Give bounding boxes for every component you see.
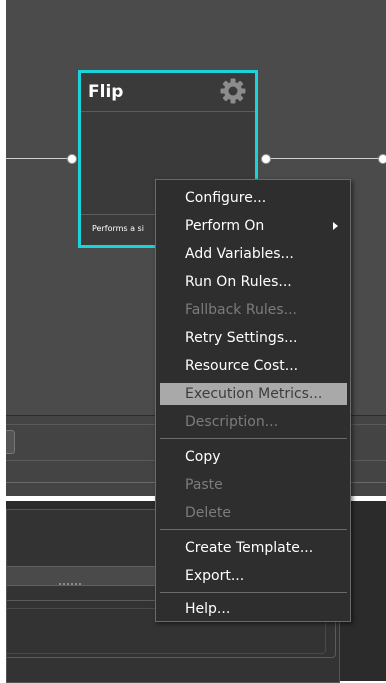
menu-separator [160,438,347,439]
menu-item-paste: Paste [185,477,223,493]
menu-separator [160,592,347,593]
input-port[interactable] [67,154,77,164]
output-port[interactable] [261,154,271,164]
connector-right [268,158,384,159]
toolbar-tab-button[interactable] [6,430,15,454]
context-menu: Configure... Perform On Add Variables...… [155,179,351,622]
menu-item-export[interactable]: Export... [160,565,347,587]
menu-item-delete: Delete [185,505,231,521]
menu-item-execution-metrics[interactable]: Execution Metrics... [160,383,347,405]
next-node-port[interactable] [378,154,386,164]
menu-item-create-template[interactable]: Create Template... [160,537,347,559]
menu-item-perform-on[interactable]: Perform On [160,215,347,237]
menu-item-label: Perform On [185,218,265,234]
menu-item-run-on-rules[interactable]: Run On Rules... [160,271,347,293]
menu-separator [160,529,347,530]
menu-item-configure[interactable]: Configure... [160,187,347,209]
connector-left [6,158,72,159]
menu-item-help[interactable]: Help... [160,598,347,620]
submenu-arrow-icon [333,222,338,230]
node-description: Performs a si [92,224,144,233]
menu-item-description: Description... [185,414,279,430]
menu-item-fallback-rules: Fallback Rules... [185,302,297,318]
menu-item-resource-cost[interactable]: Resource Cost... [160,355,347,377]
node-header: Flip [81,73,255,112]
gear-icon[interactable] [219,77,247,105]
panel-band [7,566,157,586]
menu-item-retry-settings[interactable]: Retry Settings... [160,327,347,349]
menu-item-add-variables[interactable]: Add Variables... [160,243,347,265]
node-title: Flip [88,82,124,102]
resize-grip[interactable] [59,583,81,589]
menu-item-copy[interactable]: Copy [160,446,347,468]
